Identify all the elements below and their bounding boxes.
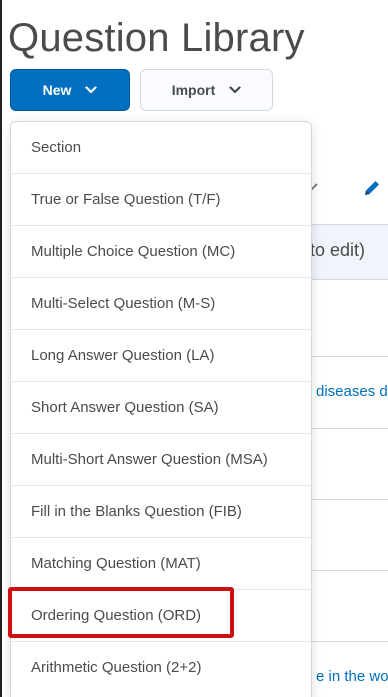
row-divider xyxy=(310,499,388,500)
menu-item-section[interactable]: Section xyxy=(11,122,311,174)
menu-item-label: Section xyxy=(31,139,82,156)
menu-item-label: Multi-Short Answer Question (MSA) xyxy=(31,451,268,468)
menu-item-ordering[interactable]: Ordering Question (ORD) xyxy=(11,589,311,641)
table-header-text: to edit) xyxy=(310,240,366,260)
row-divider xyxy=(310,641,388,642)
menu-item-label: True or False Question (T/F) xyxy=(31,191,221,208)
menu-item-label: Long Answer Question (LA) xyxy=(31,347,215,364)
menu-item-multi-select[interactable]: Multi-Select Question (M-S) xyxy=(11,277,311,329)
question-link[interactable]: e in the wo xyxy=(316,668,388,685)
menu-item-label: Multi-Select Question (M-S) xyxy=(31,295,216,312)
menu-item-short-answer[interactable]: Short Answer Question (SA) xyxy=(11,381,311,433)
menu-item-multi-short-answer[interactable]: Multi-Short Answer Question (MSA) xyxy=(11,433,311,485)
import-button-label: Import xyxy=(171,82,216,98)
new-button[interactable]: New xyxy=(10,69,130,111)
import-button[interactable]: Import xyxy=(140,69,273,111)
menu-item-label: Matching Question (MAT) xyxy=(31,555,201,572)
menu-item-label: Arithmetic Question (2+2) xyxy=(31,659,202,676)
menu-item-long-answer[interactable]: Long Answer Question (LA) xyxy=(11,329,311,381)
new-dropdown-menu: Section True or False Question (T/F) Mul… xyxy=(10,121,312,697)
row-divider xyxy=(310,570,388,571)
row-divider xyxy=(310,356,388,357)
pencil-icon[interactable] xyxy=(362,178,382,203)
menu-item-arithmetic[interactable]: Arithmetic Question (2+2) xyxy=(11,641,311,693)
chevron-down-icon xyxy=(85,86,97,94)
chevron-down-icon xyxy=(229,86,241,94)
new-button-label: New xyxy=(42,82,72,98)
question-link[interactable]: diseases d xyxy=(316,383,388,400)
menu-item-fill-in-blanks[interactable]: Fill in the Blanks Question (FIB) xyxy=(11,485,311,537)
menu-item-label: Short Answer Question (SA) xyxy=(31,399,219,416)
page-title: Question Library xyxy=(8,16,305,60)
menu-item-multiple-choice[interactable]: Multiple Choice Question (MC) xyxy=(11,225,311,277)
menu-item-label: Ordering Question (ORD) xyxy=(31,607,202,624)
menu-item-label: Multiple Choice Question (MC) xyxy=(31,243,236,260)
left-edge-rule xyxy=(0,0,2,697)
menu-item-label: Fill in the Blanks Question (FIB) xyxy=(31,503,242,520)
row-divider xyxy=(310,428,388,429)
menu-item-matching[interactable]: Matching Question (MAT) xyxy=(11,537,311,589)
menu-item-true-false[interactable]: True or False Question (T/F) xyxy=(11,173,311,225)
